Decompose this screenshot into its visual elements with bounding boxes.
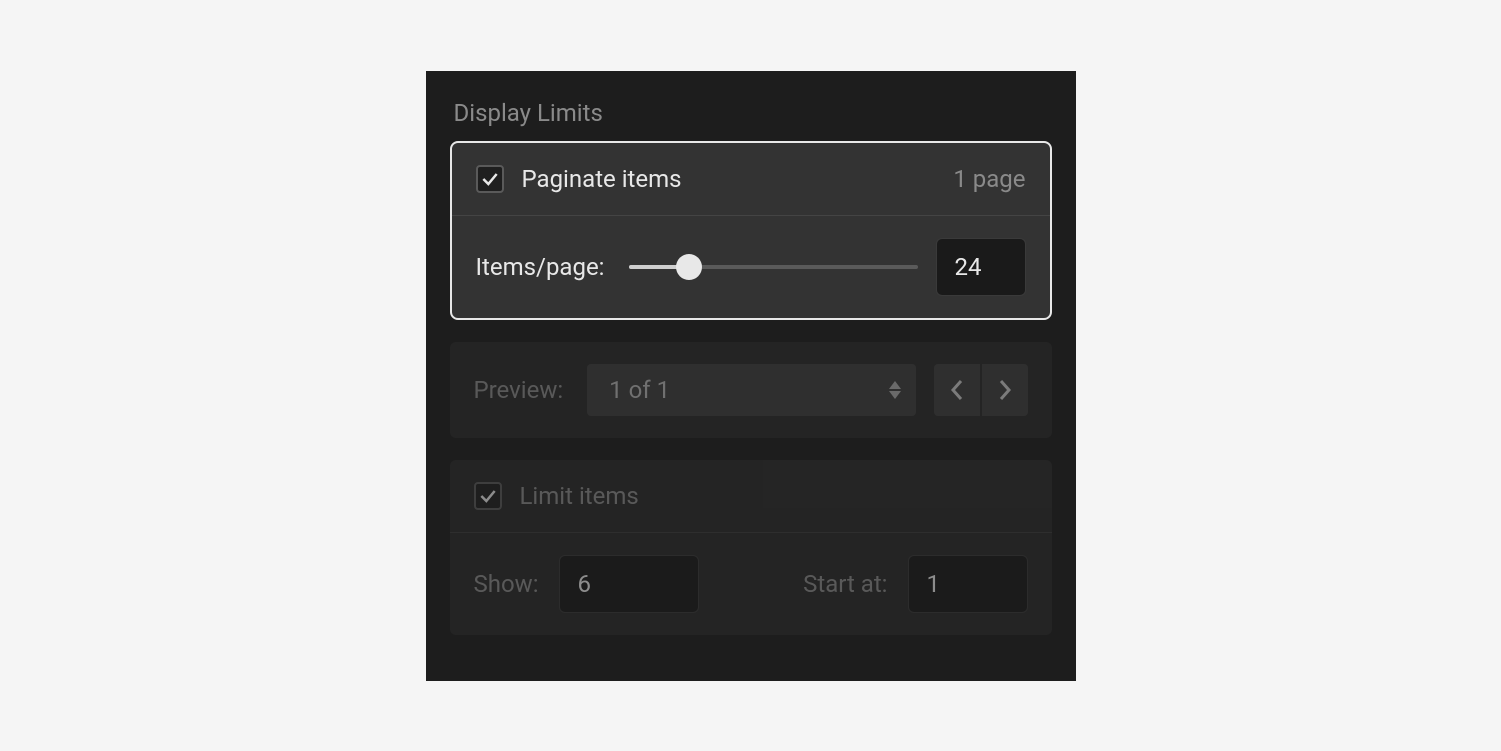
items-per-page-label: Items/page: xyxy=(476,253,605,281)
limit-group: Limit items Show: 6 Start at: 1 xyxy=(450,460,1052,635)
section-title: Display Limits xyxy=(450,99,1052,127)
slider-thumb[interactable] xyxy=(676,254,702,280)
limit-label: Limit items xyxy=(520,482,639,510)
preview-select[interactable]: 1 of 1 xyxy=(587,364,915,416)
paginate-checkbox[interactable] xyxy=(476,165,504,193)
show-input[interactable]: 6 xyxy=(559,555,699,613)
limit-header-row: Limit items xyxy=(450,460,1052,532)
checkmark-icon xyxy=(480,169,500,189)
paginate-group: Paginate items 1 page Items/page: 24 xyxy=(450,141,1052,320)
stepper-icon xyxy=(888,380,902,400)
preview-next-button[interactable] xyxy=(982,364,1028,416)
start-at-label: Start at: xyxy=(803,570,887,598)
paginate-page-count: 1 page xyxy=(953,165,1025,193)
preview-row: Preview: 1 of 1 xyxy=(450,342,1052,438)
items-per-page-input[interactable]: 24 xyxy=(936,238,1026,296)
preview-prev-button[interactable] xyxy=(934,364,980,416)
checkmark-icon xyxy=(478,486,498,506)
limit-values-row: Show: 6 Start at: 1 xyxy=(450,532,1052,635)
paginate-label: Paginate items xyxy=(522,165,682,193)
items-per-page-row: Items/page: 24 xyxy=(452,215,1050,318)
start-at-input[interactable]: 1 xyxy=(908,555,1028,613)
preview-group: Preview: 1 of 1 xyxy=(450,342,1052,438)
show-label: Show: xyxy=(474,570,539,598)
display-limits-panel: Display Limits Paginate items 1 page Ite… xyxy=(426,71,1076,681)
limit-checkbox[interactable] xyxy=(474,482,502,510)
preview-select-value: 1 of 1 xyxy=(609,376,670,404)
items-per-page-slider[interactable] xyxy=(629,265,918,269)
preview-nav xyxy=(934,364,1028,416)
preview-label: Preview: xyxy=(474,376,564,404)
chevron-left-icon xyxy=(949,379,965,401)
chevron-right-icon xyxy=(997,379,1013,401)
paginate-header-row: Paginate items 1 page xyxy=(452,143,1050,215)
